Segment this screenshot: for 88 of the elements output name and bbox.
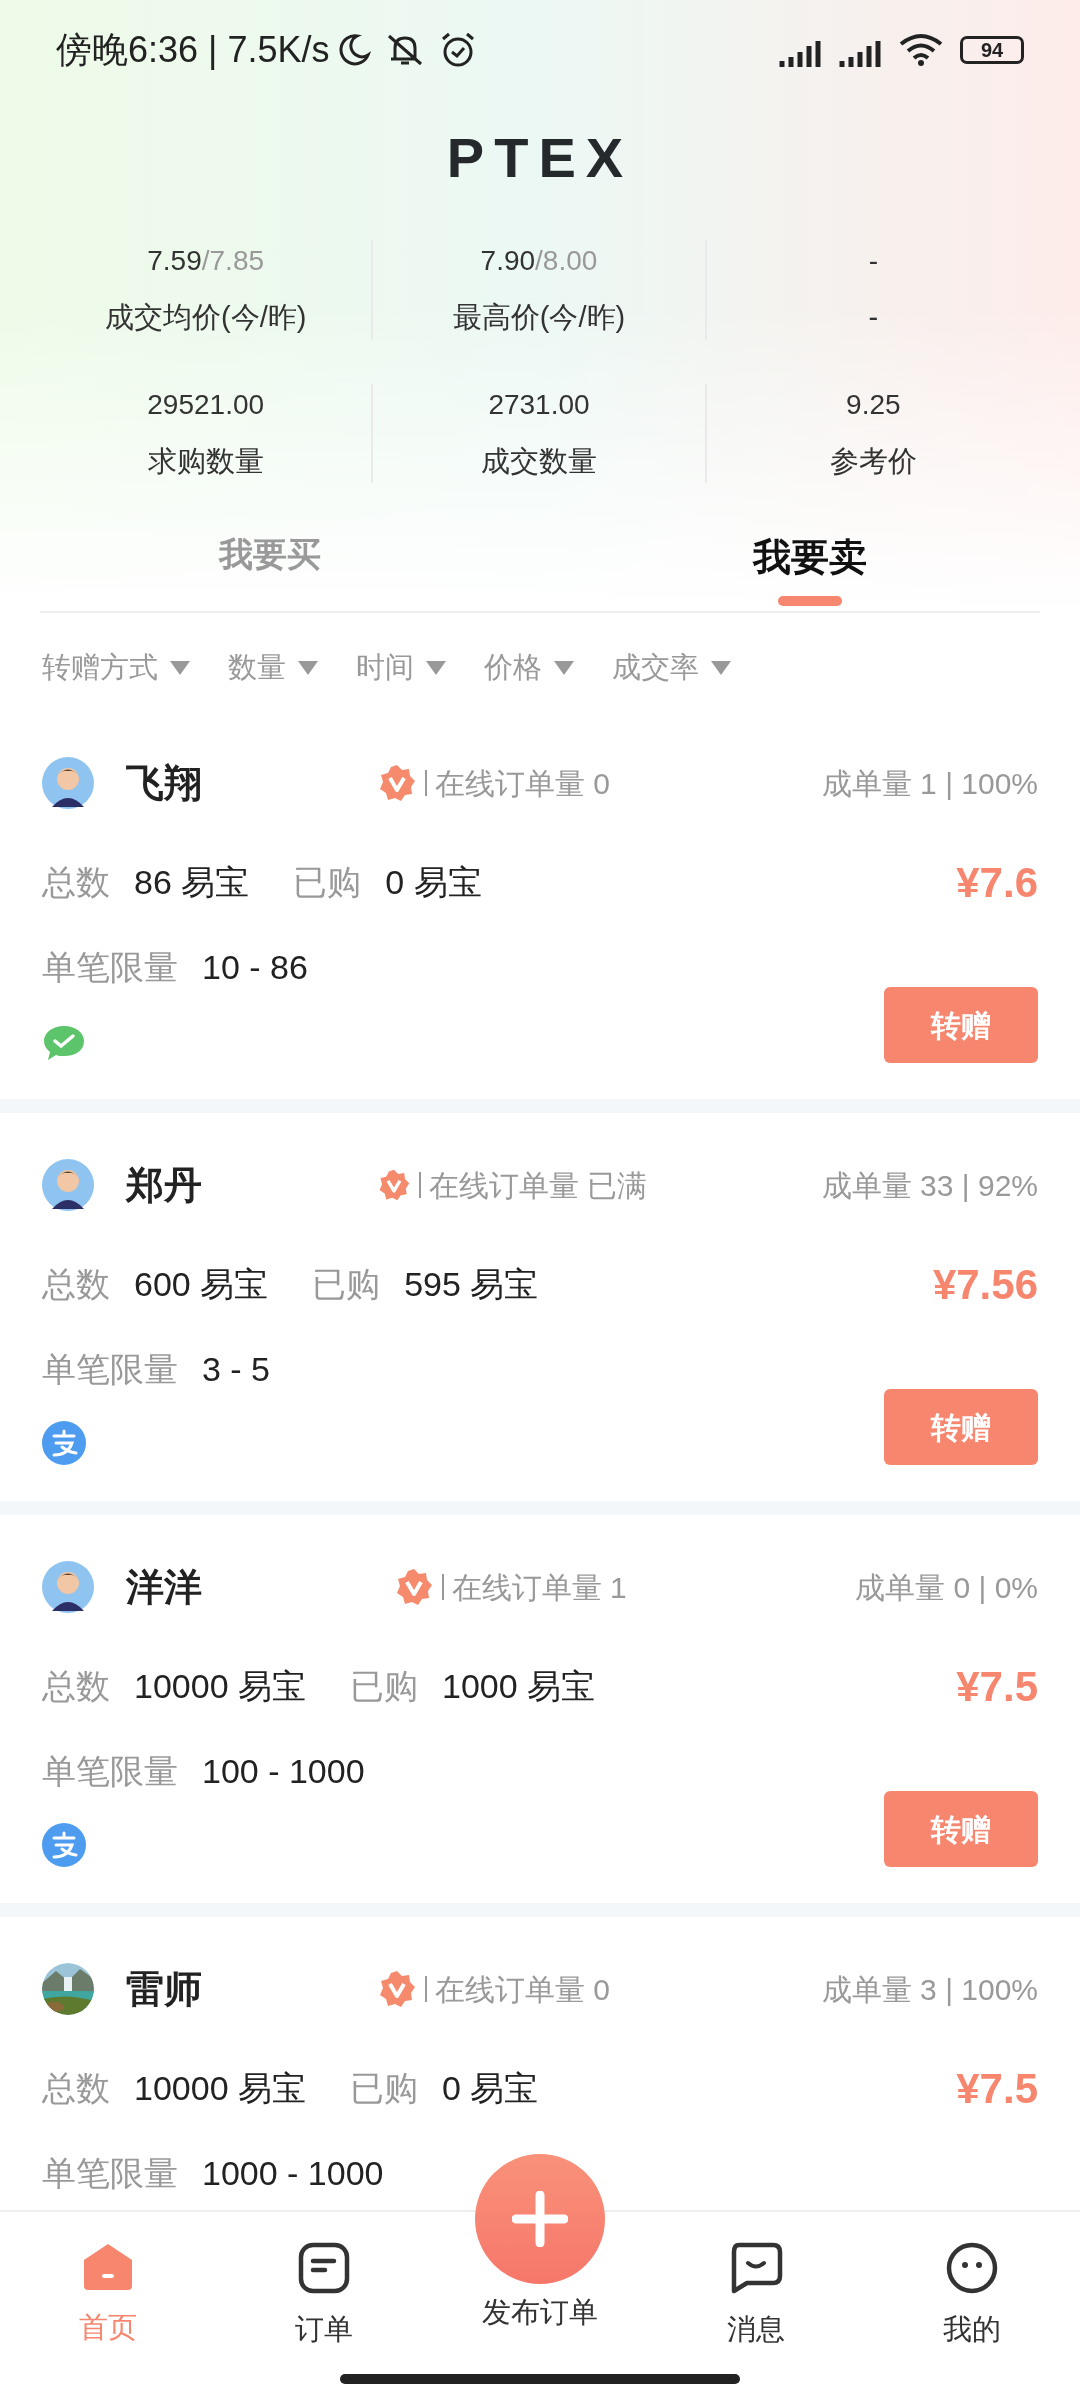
home-icon	[82, 2242, 134, 2292]
total-label: 总数	[42, 862, 110, 903]
stat-value: 29521.00	[147, 387, 265, 422]
seller-name: 雷师	[126, 1966, 202, 2012]
battery-indicator: 94	[960, 36, 1024, 64]
tab[interactable]: 我要卖	[753, 529, 867, 586]
status-time: 傍晚6:36 | 7.5K/s	[56, 28, 330, 72]
total-label: 总数	[42, 1264, 110, 1305]
stat-value: 9.25	[846, 387, 901, 422]
nav-tab[interactable]: 消息	[648, 2212, 864, 2400]
filter-dropdown[interactable]: 时间	[356, 646, 446, 690]
total-value: 10000 易宝	[134, 2068, 306, 2109]
completed-orders: 成单量 3 | 100%	[821, 1971, 1038, 2008]
nav-tab[interactable]: 订单	[216, 2212, 432, 2400]
bought-value: 0 易宝	[385, 862, 482, 903]
online-orders: 在线订单量 0	[434, 1971, 610, 2008]
online-orders: 在线订单量 1	[451, 1569, 627, 1606]
total-value: 10000 易宝	[134, 1666, 306, 1707]
limit-label: 单笔限量	[42, 947, 178, 988]
stat-label: 成交数量	[481, 443, 597, 479]
filter-dropdown[interactable]: 价格	[484, 646, 574, 690]
bought-label: 已购	[350, 2068, 418, 2109]
price: ¥7.5	[956, 1662, 1038, 1712]
bought-value: 0 易宝	[442, 2068, 539, 2109]
price: ¥7.56	[932, 1260, 1038, 1310]
total-value: 86 易宝	[134, 862, 250, 903]
smiley-face-icon	[946, 2242, 998, 2294]
caret-icon	[554, 661, 574, 675]
message-icon	[729, 2242, 783, 2294]
transfer-button[interactable]: 转赠	[884, 1389, 1038, 1465]
completed-orders: 成单量 33 | 92%	[821, 1167, 1038, 1204]
stat-label: -	[868, 300, 879, 335]
stat-label: 最高价(今/昨)	[452, 300, 626, 335]
seller-name: 郑丹	[126, 1162, 202, 1208]
seller-name: 飞翔	[126, 760, 202, 806]
filter-dropdown[interactable]: 数量	[228, 646, 318, 690]
limit-value: 1000 - 1000	[202, 2153, 384, 2194]
chat-bubble-icon	[42, 1023, 86, 1063]
total-label: 总数	[42, 1666, 110, 1707]
caret-icon	[170, 661, 190, 675]
tab-indicator	[778, 596, 842, 606]
tab[interactable]: 我要买	[219, 529, 321, 580]
completed-orders: 成单量 1 | 100%	[821, 765, 1038, 802]
avatar-icon	[42, 757, 94, 809]
stat-value: 2731.00	[488, 387, 590, 422]
moon-icon	[337, 33, 372, 67]
stat-label: 成交均价(今/昨)	[104, 300, 307, 335]
limit-value: 100 - 1000	[202, 1751, 365, 1792]
stat-value: 7.59/7.85	[147, 244, 265, 278]
wifi-icon	[898, 32, 944, 68]
nav-tab[interactable]: 首页	[0, 2212, 216, 2400]
caret-icon	[298, 661, 318, 675]
limit-label: 单笔限量	[42, 1751, 178, 1792]
avatar-icon	[42, 1159, 94, 1211]
payment-icon	[42, 1421, 86, 1465]
limit-label: 单笔限量	[42, 1349, 178, 1390]
price: ¥7.6	[956, 858, 1038, 908]
caret-icon	[711, 661, 731, 675]
avatar-icon	[42, 1561, 94, 1613]
limit-value: 10 - 86	[202, 947, 308, 988]
stat-value: 7.90/8.00	[480, 244, 598, 278]
online-orders: 在线订单量 0	[434, 765, 610, 802]
stat-label: 求购数量	[147, 443, 264, 479]
online-orders: 在线订单量 已满	[428, 1167, 647, 1204]
plus-icon	[512, 2191, 568, 2247]
caret-icon	[426, 661, 446, 675]
limit-value: 3 - 5	[202, 1349, 271, 1390]
total-value: 600 易宝	[134, 1264, 269, 1305]
filter-dropdown[interactable]: 转赠方式	[42, 646, 190, 690]
price: ¥7.5	[956, 2064, 1038, 2114]
bought-value: 595 易宝	[404, 1264, 539, 1305]
transfer-button[interactable]: 转赠	[884, 1791, 1038, 1867]
bought-label: 已购	[293, 862, 362, 903]
transfer-button[interactable]: 转赠	[884, 987, 1038, 1063]
app-title: PTEX	[446, 125, 634, 191]
limit-label: 单笔限量	[42, 2153, 178, 2194]
nav-tab[interactable]: 我的	[864, 2212, 1080, 2400]
payment-icon	[42, 1823, 86, 1867]
bought-label: 已购	[312, 1264, 381, 1305]
seller-name: 洋洋	[126, 1564, 202, 1610]
completed-orders: 成单量 0 | 0%	[855, 1569, 1038, 1606]
stat-label: 参考价	[829, 443, 917, 479]
bought-value: 1000 易宝	[442, 1666, 596, 1707]
filter-dropdown[interactable]: 成交率	[612, 646, 731, 690]
total-label: 总数	[42, 2068, 110, 2109]
stat-value: -	[868, 244, 878, 278]
bought-label: 已购	[350, 1666, 418, 1707]
note-icon	[298, 2242, 350, 2294]
